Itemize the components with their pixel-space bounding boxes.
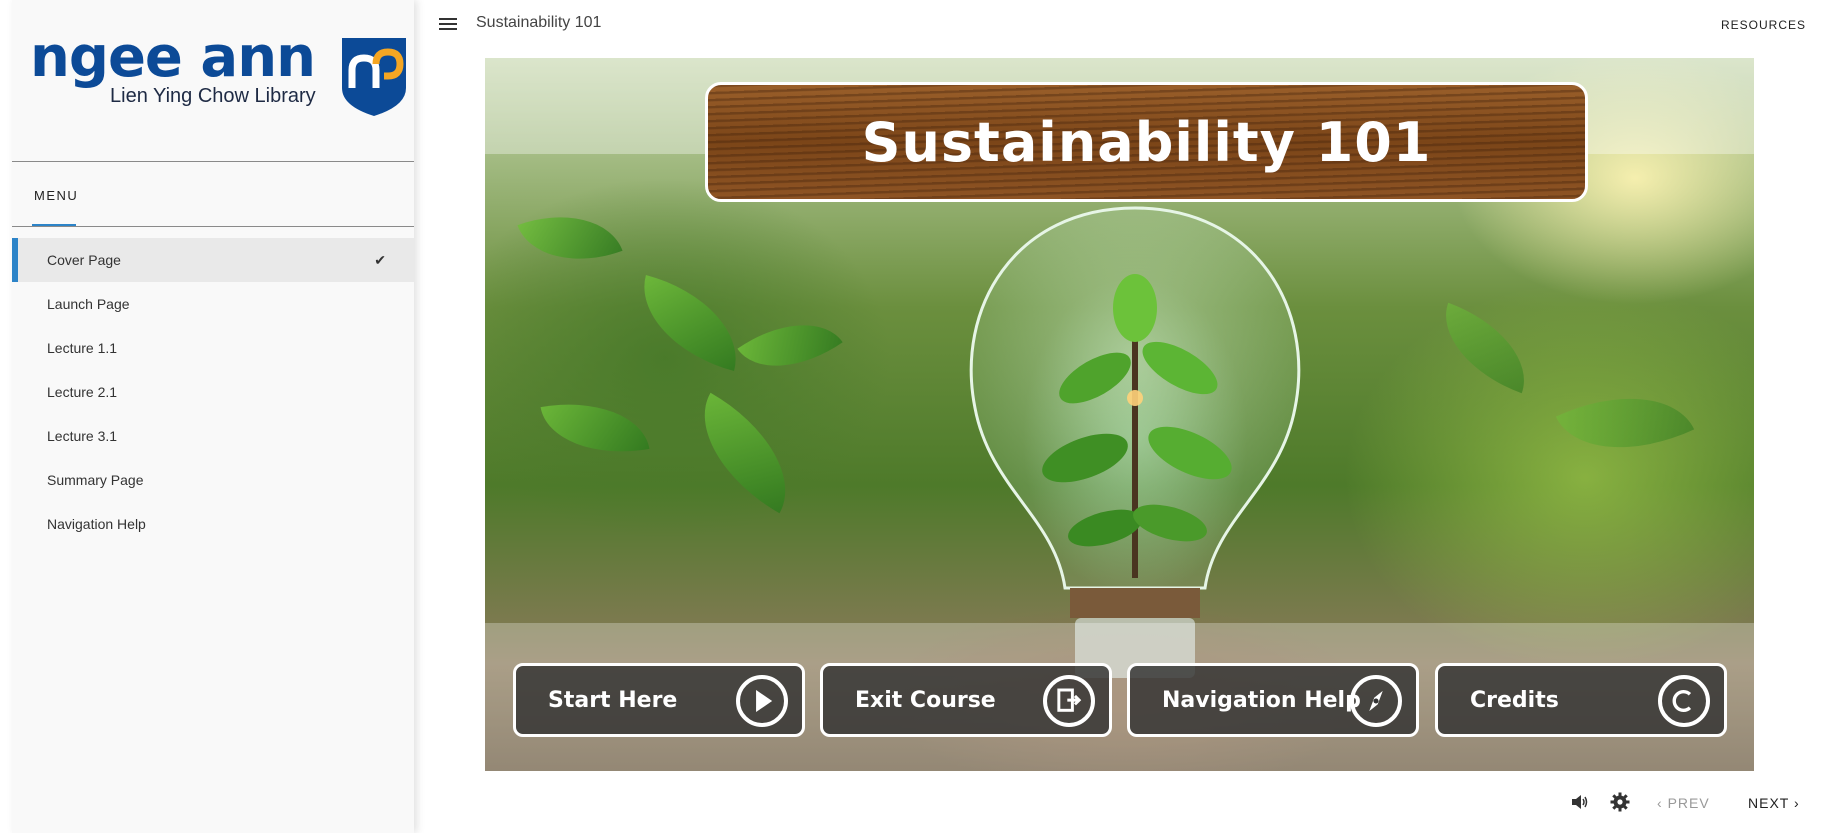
sidebar-item-label: Summary Page	[47, 472, 144, 488]
menu-heading: MENU	[34, 188, 79, 203]
gear-icon[interactable]	[1610, 792, 1630, 812]
audio-icon[interactable]	[1570, 794, 1588, 810]
sidebar-divider	[12, 161, 414, 162]
sidebar-item-lecture-3-1[interactable]: Lecture 3.1	[12, 414, 414, 458]
sidebar-item-label: Navigation Help	[47, 516, 146, 532]
sidebar-item-label: Lecture 2.1	[47, 384, 118, 400]
sidebar-item-cover-page[interactable]: Cover Page ✔	[12, 238, 414, 282]
menu-divider	[12, 226, 414, 227]
chevron-left-icon: ‹	[1657, 795, 1663, 811]
sidebar: ngee ann Lien Ying Chow Library MENU Cov…	[12, 0, 414, 833]
banner-title: Sustainability 101	[861, 110, 1432, 174]
sidebar-item-label: Launch Page	[47, 296, 130, 312]
exit-course-button[interactable]: Exit Course	[820, 663, 1112, 737]
prev-label: PREV	[1667, 795, 1710, 811]
cover-stage: Sustainability 101 Start Here Exit Cours…	[485, 58, 1754, 771]
sidebar-item-label: Lecture 1.1	[47, 340, 118, 356]
shield-logo-icon	[342, 38, 406, 116]
copyright-icon	[1658, 675, 1710, 727]
start-here-button[interactable]: Start Here	[513, 663, 805, 737]
logo-subtitle: Lien Ying Chow Library	[110, 85, 316, 107]
hamburger-menu-icon[interactable]	[439, 18, 457, 30]
sidebar-item-label: Lecture 3.1	[47, 428, 118, 444]
navigation-help-button[interactable]: Navigation Help	[1127, 663, 1419, 737]
sidebar-item-label: Cover Page	[47, 252, 121, 268]
play-icon	[736, 675, 788, 727]
chevron-right-icon: ›	[1793, 795, 1800, 811]
credits-label: Credits	[1470, 688, 1559, 713]
compass-icon	[1350, 675, 1402, 727]
navigation-help-label: Navigation Help	[1162, 688, 1361, 713]
course-title: Sustainability 101	[476, 14, 602, 31]
logo-wordmark: ngee ann	[30, 25, 316, 90]
library-logo: ngee ann Lien Ying Chow Library	[30, 30, 410, 125]
sidebar-item-navigation-help[interactable]: Navigation Help	[12, 502, 414, 546]
credits-button[interactable]: Credits	[1435, 663, 1727, 737]
title-banner: Sustainability 101	[705, 82, 1588, 202]
sidebar-item-lecture-2-1[interactable]: Lecture 2.1	[12, 370, 414, 414]
sidebar-item-lecture-1-1[interactable]: Lecture 1.1	[12, 326, 414, 370]
prev-button[interactable]: ‹ PREV	[1657, 795, 1710, 811]
sidebar-item-summary-page[interactable]: Summary Page	[12, 458, 414, 502]
menu-list: Cover Page ✔ Launch Page Lecture 1.1 Lec…	[12, 238, 414, 546]
sidebar-item-launch-page[interactable]: Launch Page	[12, 282, 414, 326]
start-here-label: Start Here	[548, 688, 678, 713]
exit-icon	[1043, 675, 1095, 727]
resources-button[interactable]: RESOURCES	[1721, 18, 1806, 32]
check-icon: ✔	[374, 252, 386, 268]
exit-course-label: Exit Course	[855, 688, 996, 713]
next-button[interactable]: NEXT ›	[1748, 795, 1800, 811]
next-label: NEXT	[1748, 795, 1790, 811]
